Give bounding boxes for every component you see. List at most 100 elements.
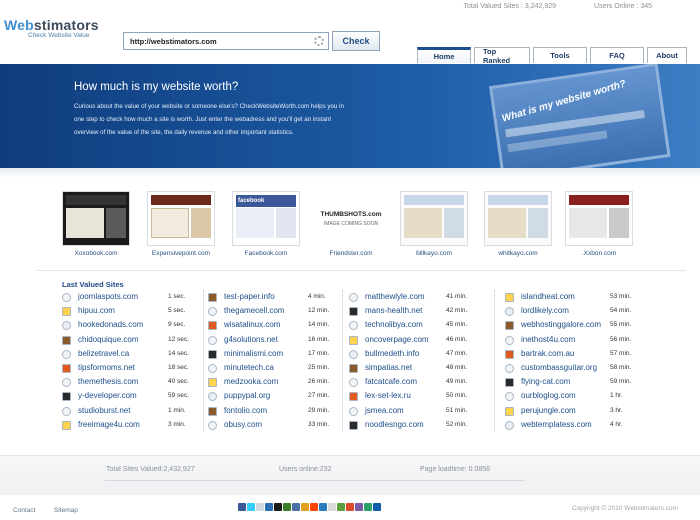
site-link[interactable]: oncoverpage.com	[365, 335, 429, 344]
site-link[interactable]: puppypal.org	[224, 391, 270, 400]
tab-about[interactable]: About	[647, 47, 687, 63]
valued-time: 9 sec.	[168, 321, 186, 329]
myspace-icon[interactable]	[292, 503, 300, 511]
valued-time: 29 min.	[308, 406, 330, 414]
thumbnail-item[interactable]: THUMBSHOTS.com IMAGE COMING SOON Friends…	[317, 191, 385, 257]
site-link[interactable]: freeimage4u.com	[78, 420, 140, 429]
stumbleupon-icon[interactable]	[283, 503, 291, 511]
blogger-icon[interactable]	[346, 503, 354, 511]
site-row: jsmea.com 51 min.	[349, 405, 479, 419]
thumbnail-item[interactable]: whitkayo.com	[484, 191, 552, 257]
valued-time: 12 min.	[308, 307, 330, 315]
contact-link[interactable]: Contact	[13, 507, 35, 514]
sitemap-link[interactable]: Sitemap	[54, 507, 78, 514]
site-link[interactable]: flying-cat.com	[521, 377, 570, 386]
site-row: obusy.com 33 min.	[208, 419, 336, 433]
site-link[interactable]: islandheat.com	[521, 292, 575, 301]
site-link[interactable]: themethesis.com	[78, 377, 138, 386]
linkedin-icon[interactable]	[319, 503, 327, 511]
site-favicon-icon	[208, 321, 217, 331]
site-link[interactable]: belizetravel.ca	[78, 349, 129, 358]
valued-time: 1 sec.	[168, 293, 186, 300]
yahoo-icon[interactable]	[355, 503, 363, 511]
site-link[interactable]: g4solutions.net	[224, 335, 278, 344]
site-link[interactable]: chidoquique.com	[78, 335, 138, 344]
site-link[interactable]: test-paper.info	[224, 292, 275, 301]
site-link[interactable]: mans-health.net	[365, 306, 422, 315]
site-link[interactable]: webtemplatess.com	[521, 420, 592, 429]
site-link[interactable]: lordlikely.com	[521, 306, 569, 315]
site-link[interactable]: perujungle.com	[521, 406, 576, 415]
site-row: freeimage4u.com 3 min.	[62, 419, 192, 433]
site-favicon-icon	[349, 307, 358, 317]
google-icon[interactable]	[337, 503, 345, 511]
site-link[interactable]: matthewlyle.com	[365, 292, 425, 301]
twitter-icon[interactable]	[247, 503, 255, 511]
site-link[interactable]: inethost4u.com	[521, 335, 575, 344]
site-link[interactable]: obusy.com	[224, 420, 262, 429]
site-link[interactable]: y-developer.com	[78, 391, 137, 400]
site-link[interactable]: medzooka.com	[224, 377, 278, 386]
tab-top-ranked[interactable]: Top Ranked	[474, 47, 530, 65]
technorati-icon[interactable]	[364, 503, 372, 511]
tab-tools[interactable]: Tools	[533, 47, 587, 63]
digg-icon[interactable]	[274, 503, 282, 511]
users-online-stat: Users Online : 345	[594, 3, 652, 10]
site-link[interactable]: fontolio.com	[224, 406, 267, 415]
thumbnail-item[interactable]: Expensivepoint.com	[147, 191, 215, 257]
site-link[interactable]: bullmedeth.info	[365, 349, 419, 358]
site-link[interactable]: custombassguitar.org	[521, 363, 597, 372]
valued-time: 16 min.	[308, 335, 330, 343]
thumbnail-item[interactable]: Xoxobook.com	[62, 191, 130, 257]
thumbnail-item[interactable]: .Xxbon.com	[565, 191, 633, 257]
site-row: simpatias.net 48 min.	[349, 362, 479, 376]
tab-faq[interactable]: FAQ	[590, 47, 644, 63]
thumbnail-item[interactable]: facebook Facebook.com	[232, 191, 300, 257]
site-link[interactable]: hipuu.com	[78, 306, 115, 315]
url-input[interactable]	[124, 33, 310, 49]
site-favicon-icon	[62, 406, 71, 416]
site-row: wisatalinux.com 14 min.	[208, 319, 336, 333]
site-link[interactable]: simpatias.net	[365, 363, 412, 372]
check-button[interactable]: Check	[332, 31, 380, 51]
site-link[interactable]: thegamecell.com	[224, 306, 284, 315]
delicious-icon[interactable]	[265, 503, 273, 511]
site-row: lex-set-lex.ru 50 min.	[349, 390, 479, 404]
site-link[interactable]: minimalismi.com	[224, 349, 283, 358]
site-favicon-icon	[62, 349, 71, 359]
copyright: Copyright © 2010 Webstimators.com	[571, 505, 678, 512]
valued-time: 1 min.	[168, 406, 186, 414]
site-link[interactable]: tipsformoms.net	[78, 363, 135, 372]
site-link[interactable]: fatcatcafe.com	[365, 377, 417, 386]
site-link[interactable]: bartrak.com.au	[521, 349, 574, 358]
site-link[interactable]: studioburst.net	[78, 406, 130, 415]
site-link[interactable]: technolibya.com	[365, 320, 423, 329]
facebook-icon[interactable]	[238, 503, 246, 511]
valued-time: 25 min.	[308, 363, 330, 371]
site-link[interactable]: joomlaspots.com	[78, 292, 138, 301]
reddit-icon[interactable]	[310, 503, 318, 511]
more-share-icon[interactable]	[373, 503, 381, 511]
site-link[interactable]: jsmea.com	[365, 406, 404, 415]
sites-column-4: islandheat.com 53 min. lordlikely.com 54 mi…	[505, 291, 637, 433]
site-link[interactable]: wisatalinux.com	[224, 320, 280, 329]
email-icon[interactable]	[328, 503, 336, 511]
site-logo[interactable]: Webstimators Check Website Value	[4, 17, 99, 39]
valued-time: 33 min.	[308, 420, 330, 428]
site-link[interactable]: hookedonads.com	[78, 320, 143, 329]
share-icon[interactable]	[256, 503, 264, 511]
tab-home[interactable]: Home	[417, 47, 471, 63]
valued-time: 41 min.	[446, 293, 468, 300]
site-link[interactable]: webhostinggalore.com	[521, 320, 601, 329]
footer-rule	[105, 480, 525, 481]
site-row: fontolio.com 29 min.	[208, 405, 336, 419]
footer-stats: Total Sites Valued:2,432,927 Users onlin…	[0, 455, 700, 495]
site-link[interactable]: noodlesngo.com	[365, 420, 424, 429]
site-link[interactable]: minutetech.ca	[224, 363, 274, 372]
thumbnail-caption: Friendster.com	[329, 250, 373, 257]
site-link[interactable]: lex-set-lex.ru	[365, 391, 411, 400]
site-favicon-icon	[208, 349, 217, 359]
bookmark-icon[interactable]	[301, 503, 309, 511]
site-link[interactable]: ourbloglog.com	[521, 391, 576, 400]
thumbnail-item[interactable]: billkayo.com	[400, 191, 468, 257]
